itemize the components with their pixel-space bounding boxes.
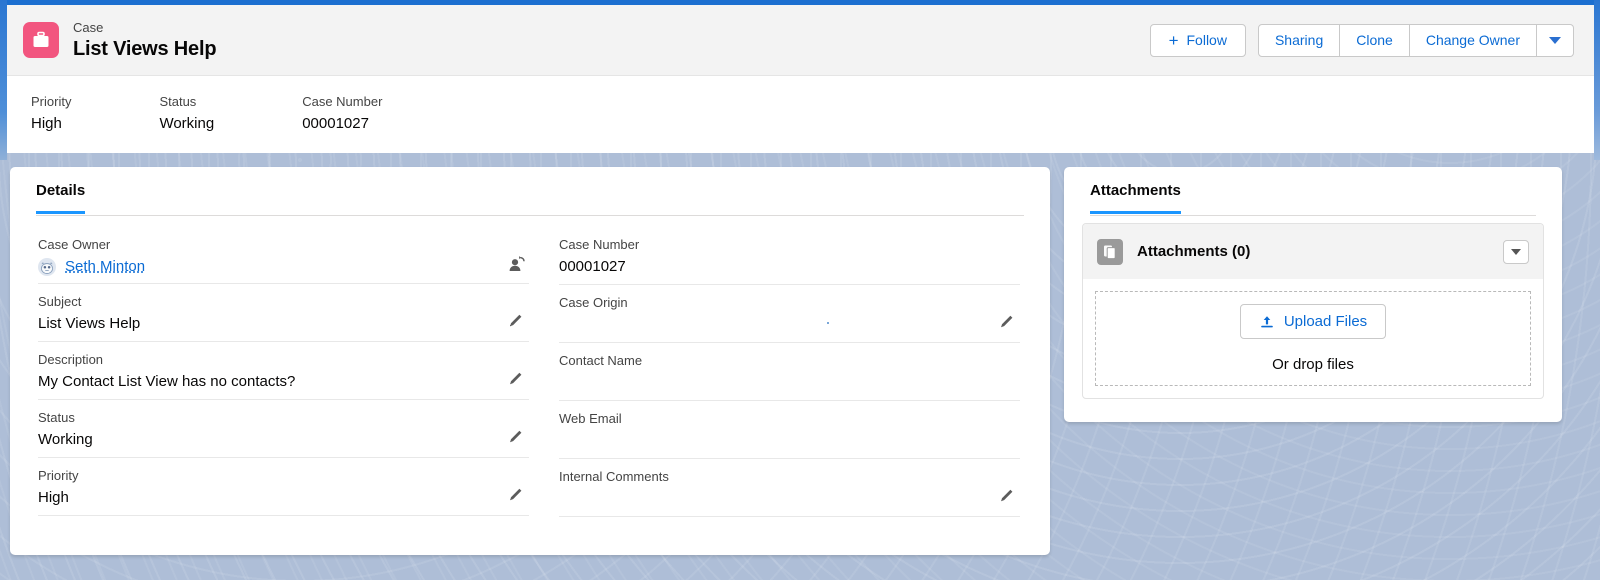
field-label: Case Origin xyxy=(559,295,628,310)
case-briefcase-icon xyxy=(23,22,59,58)
salesforce-case-page: Case List Views Help + Follow Sharing Cl… xyxy=(0,0,1600,580)
record-title-block: Case List Views Help xyxy=(73,19,217,61)
field-case-number: Case Number 00001027 xyxy=(559,227,1020,285)
pencil-icon[interactable] xyxy=(507,312,527,332)
window-right-border xyxy=(1594,0,1600,160)
field-label: Case Owner xyxy=(38,237,111,252)
field-label: Case Number xyxy=(559,237,640,252)
field-case-owner: Case Owner Seth Minton xyxy=(38,227,529,284)
tab-details-label: Details xyxy=(36,182,86,199)
highlight-value: Working xyxy=(159,115,215,132)
field-label: Status xyxy=(38,410,75,425)
highlight-label: Status xyxy=(159,94,197,109)
pencil-icon[interactable] xyxy=(507,428,527,448)
field-priority: Priority High xyxy=(38,458,529,516)
tab-attachments[interactable]: Attachments xyxy=(1090,167,1181,214)
change-owner-icon[interactable] xyxy=(507,254,527,274)
pencil-icon[interactable] xyxy=(507,370,527,390)
details-left-column: Case Owner Seth Minton Subject List View… xyxy=(38,227,529,517)
field-label: Internal Comments xyxy=(559,469,669,484)
tab-active-underline xyxy=(1090,211,1181,214)
field-value: 00001027 xyxy=(559,258,626,275)
drop-files-text: Or drop files xyxy=(1272,356,1354,373)
case-owner-link[interactable]: Seth Minton xyxy=(65,257,145,277)
tab-attachments-label: Attachments xyxy=(1090,182,1181,199)
record-type-label: Case xyxy=(73,19,104,35)
change-owner-button[interactable]: Change Owner xyxy=(1409,23,1537,57)
details-card: Details Case Owner Seth Minton Subject L… xyxy=(10,167,1050,555)
sharing-button[interactable]: Sharing xyxy=(1257,23,1341,57)
field-web-email: Web Email xyxy=(559,401,1020,459)
tab-active-underline xyxy=(36,211,86,214)
field-value: My Contact List View has no contacts? xyxy=(38,373,296,390)
attachments-tabbar: Attachments xyxy=(1064,167,1562,217)
highlight-value: 00001027 xyxy=(302,115,369,132)
field-label: Subject xyxy=(38,294,82,309)
field-value: Working xyxy=(38,431,93,448)
details-tabbar: Details xyxy=(10,167,1050,217)
header-button-group: Sharing Clone Change Owner xyxy=(1257,23,1574,57)
field-value xyxy=(559,488,1020,510)
follow-button-label: Follow xyxy=(1186,32,1227,48)
attachments-panel: Attachments (0) Upload Files Or drop fil… xyxy=(1082,223,1544,399)
highlight-field-status: Status Working xyxy=(159,94,214,134)
field-label: Description xyxy=(38,352,104,367)
case-owner-value: Seth Minton xyxy=(38,257,529,277)
file-document-icon xyxy=(1097,238,1123,265)
tabbar-divider xyxy=(36,215,1024,216)
attachments-menu-button[interactable] xyxy=(1503,239,1529,264)
field-value: High xyxy=(38,489,69,506)
field-value xyxy=(559,372,1020,394)
header-actions: + Follow Sharing Clone Change Owner xyxy=(1149,23,1574,57)
attachments-panel-header: Attachments (0) xyxy=(1083,224,1543,279)
record-header: Case List Views Help + Follow Sharing Cl… xyxy=(7,5,1594,75)
highlight-field-case-number: Case Number 00001027 xyxy=(302,94,382,134)
tab-details[interactable]: Details xyxy=(36,167,86,214)
pencil-icon[interactable] xyxy=(998,313,1018,333)
details-fields: Case Owner Seth Minton Subject List View… xyxy=(10,217,1050,517)
attachments-panel-title: Attachments (0) xyxy=(1137,243,1251,260)
chevron-down-icon xyxy=(1549,36,1561,44)
window-left-border xyxy=(0,0,7,160)
field-subject: Subject List Views Help xyxy=(38,284,529,342)
field-contact-name: Contact Name xyxy=(559,343,1020,401)
avatar xyxy=(38,258,56,276)
pencil-icon[interactable] xyxy=(998,487,1018,507)
tabbar-divider xyxy=(1090,215,1536,216)
field-status: Status Working xyxy=(38,400,529,458)
field-label: Contact Name xyxy=(559,353,643,368)
page-title: List Views Help xyxy=(73,37,217,60)
highlight-field-priority: Priority High xyxy=(31,94,71,134)
highlight-label: Priority xyxy=(31,94,72,109)
attachments-card: Attachments Attachments (0) Upload Files… xyxy=(1064,167,1562,422)
field-case-origin: Case Origin xyxy=(559,285,1020,343)
upload-files-button[interactable]: Upload Files xyxy=(1239,304,1387,339)
details-right-column: Case Number 00001027 Case Origin Contact… xyxy=(529,227,1020,517)
focus-dot xyxy=(827,322,829,324)
more-actions-button[interactable] xyxy=(1537,23,1574,57)
field-label: Priority xyxy=(38,468,79,483)
highlight-value: High xyxy=(31,115,62,132)
field-value xyxy=(559,430,1020,452)
field-description: Description My Contact List View has no … xyxy=(38,342,529,400)
upload-arrow-icon xyxy=(1261,315,1273,327)
file-dropzone[interactable]: Upload Files Or drop files xyxy=(1095,291,1531,386)
plus-icon: + xyxy=(1168,30,1179,50)
field-label: Web Email xyxy=(559,411,622,426)
highlights-panel: Priority High Status Working Case Number… xyxy=(7,75,1594,153)
field-value: List Views Help xyxy=(38,315,141,332)
field-internal-comments: Internal Comments xyxy=(559,459,1020,517)
chevron-down-icon xyxy=(1511,248,1521,255)
clone-button[interactable]: Clone xyxy=(1340,23,1410,57)
highlight-label: Case Number xyxy=(302,94,383,109)
field-value xyxy=(559,314,1020,336)
follow-button[interactable]: + Follow xyxy=(1149,23,1246,57)
pencil-icon[interactable] xyxy=(507,486,527,506)
upload-files-label: Upload Files xyxy=(1283,313,1368,330)
